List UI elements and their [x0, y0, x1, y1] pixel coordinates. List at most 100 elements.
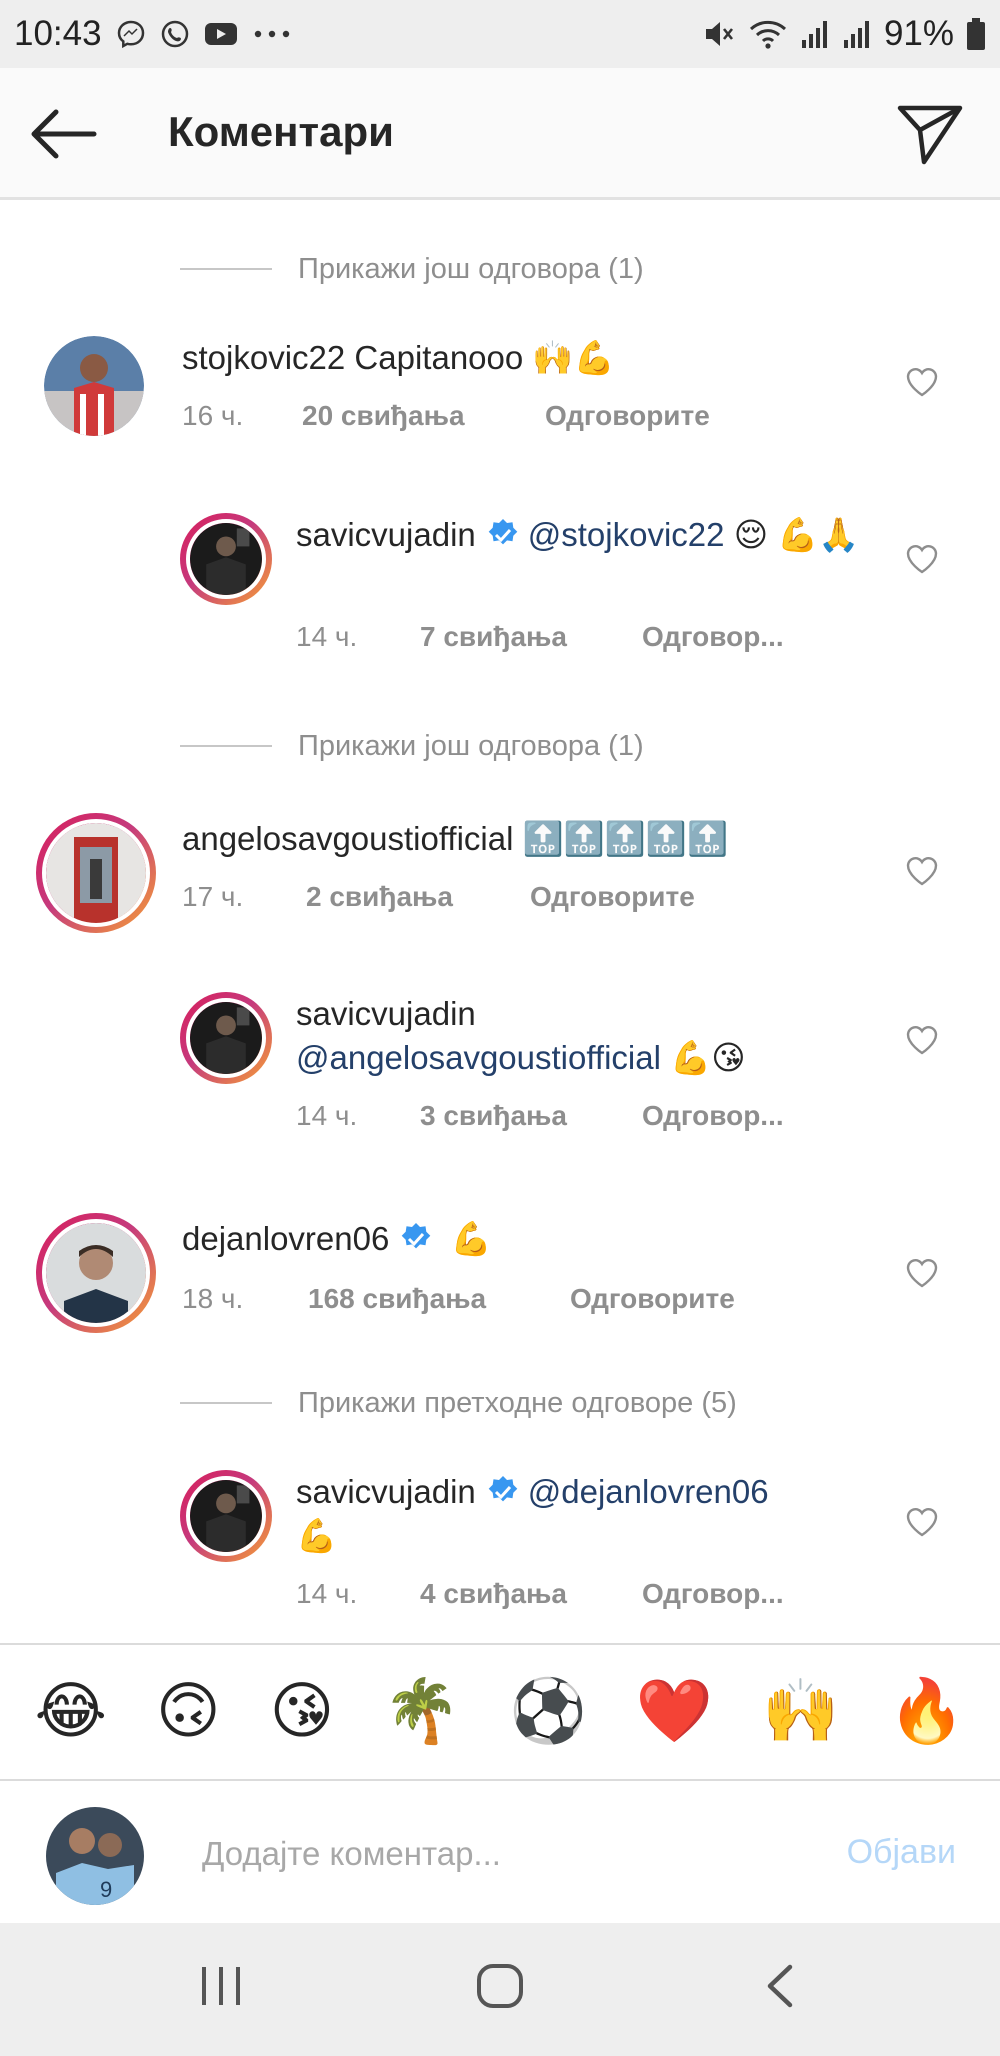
divider-line — [180, 268, 272, 270]
comment-text: savicvujadin @stojkovic22 😌 💪🙏 — [296, 513, 870, 557]
avatar[interactable] — [36, 1213, 156, 1333]
emoji-button[interactable]: ❤️ — [636, 1681, 713, 1743]
comment-time: 14 ч. — [296, 1578, 358, 1609]
heart-icon[interactable] — [904, 1022, 940, 1058]
comment-text: angelosavgoustiofficial 🔝🔝🔝🔝🔝 — [182, 817, 860, 861]
comment-meta: 14 ч. 4 свиђања Одговор... — [296, 1578, 784, 1610]
comment-time: 14 ч. — [296, 621, 358, 652]
comment-time: 14 ч. — [296, 1100, 358, 1131]
verified-badge-icon — [486, 1475, 520, 1509]
comment-time: 18 ч. — [182, 1283, 244, 1314]
avatar[interactable] — [180, 992, 272, 1084]
view-more-replies-button[interactable]: Прикажи још одговора (1) — [180, 249, 644, 289]
avatar[interactable] — [44, 336, 144, 436]
comment-meta: 18 ч. 168 свиђања Одговорите — [182, 1283, 735, 1315]
comment-text: savicvujadin @dejanlovren06 💪 — [296, 1470, 870, 1558]
comment-mention[interactable]: @dejanlovren06 — [528, 1473, 769, 1510]
emoji-button[interactable]: 😂 — [35, 1681, 107, 1743]
comment-username[interactable]: savicvujadin — [296, 1473, 476, 1510]
heart-icon[interactable] — [904, 541, 940, 577]
avatar-inner — [186, 1476, 266, 1556]
comment-text: dejanlovren06 💪 — [182, 1217, 860, 1261]
more-icon — [252, 29, 292, 39]
status-left: 10:43 — [14, 14, 292, 54]
comment-time: 16 ч. — [182, 400, 244, 431]
post-button[interactable]: Објави — [847, 1833, 956, 1872]
divider-line — [180, 1402, 272, 1404]
divider-line — [180, 745, 272, 747]
avatar[interactable] — [36, 813, 156, 933]
emoji-button[interactable]: 🙃 — [156, 1681, 221, 1743]
reply-button[interactable]: Одговор... — [642, 1578, 784, 1610]
view-previous-replies-button[interactable]: Прикажи претходне одговоре (5) — [180, 1383, 737, 1423]
view-more-replies-label: Прикажи још одговора (1) — [298, 729, 644, 762]
avatar-inner — [42, 819, 150, 927]
comment-username[interactable]: stojkovic22 — [182, 339, 345, 376]
heart-icon[interactable] — [904, 364, 940, 400]
avatar-inner — [42, 1219, 150, 1327]
page-title: Коментари — [168, 108, 394, 155]
verified-badge-icon — [399, 1222, 433, 1256]
battery-percent: 91% — [883, 14, 954, 53]
reply-button[interactable]: Одговор... — [642, 1100, 784, 1132]
system-nav-bar — [0, 1923, 1000, 2056]
back-arrow-icon[interactable] — [28, 106, 98, 162]
reply-button[interactable]: Одговор... — [642, 621, 784, 653]
reply-button[interactable]: Одговорите — [570, 1283, 735, 1315]
comment-message: Capitanooo 🙌💪 — [354, 339, 615, 376]
reply-button[interactable]: Одговорите — [545, 400, 710, 432]
viber-icon — [160, 19, 190, 49]
heart-icon[interactable] — [904, 1255, 940, 1291]
comment-meta: 16 ч. 20 свиђања Одговорите — [182, 400, 710, 432]
emoji-button[interactable]: 🙌 — [762, 1681, 839, 1743]
comment-meta: 14 ч. 7 свиђања Одговор... — [296, 621, 784, 653]
comment-likes[interactable]: 20 свиђања — [302, 400, 545, 432]
heart-icon[interactable] — [904, 853, 940, 889]
comments-list: Прикажи још одговора (1) stojkovic22 Cap… — [0, 200, 1000, 1643]
reply-button[interactable]: Одговорите — [530, 881, 695, 913]
comment-composer: 9 Објави — [0, 1781, 1000, 1923]
verified-badge-icon — [486, 518, 520, 552]
wifi-icon — [748, 17, 788, 51]
emoji-button[interactable]: 😘 — [270, 1681, 335, 1743]
comment-message: 💪😘 — [670, 1039, 746, 1076]
comment-text: savicvujadin @angelosavgoustiofficial 💪😘 — [296, 992, 870, 1080]
emoji-button[interactable]: 🌴 — [383, 1681, 460, 1743]
comment-mention[interactable]: @stojkovic22 — [528, 516, 725, 553]
recent-apps-icon[interactable] — [198, 1961, 244, 2016]
signal-icon — [842, 18, 872, 50]
view-more-replies-button[interactable]: Прикажи још одговора (1) — [180, 726, 644, 766]
signal-icon — [800, 18, 830, 50]
comment-meta: 17 ч. 2 свиђања Одговорите — [182, 881, 695, 913]
emoji-button[interactable]: 🔥 — [888, 1681, 965, 1743]
status-bar: 10:43 91% — [0, 0, 1000, 68]
comment-likes[interactable]: 168 свиђања — [308, 1283, 570, 1315]
avatar[interactable] — [180, 513, 272, 605]
emoji-button[interactable]: ⚽ — [510, 1681, 587, 1743]
comment-likes[interactable]: 4 свиђања — [420, 1578, 642, 1610]
comment-message: 💪 — [296, 1517, 338, 1554]
avatar[interactable] — [180, 1470, 272, 1562]
comment-username[interactable]: savicvujadin — [296, 516, 476, 553]
status-right: 91% — [702, 14, 986, 54]
nav-back-icon[interactable] — [760, 1961, 800, 2016]
messenger-icon — [116, 19, 146, 49]
heart-icon[interactable] — [904, 1504, 940, 1540]
comment-username[interactable]: savicvujadin — [296, 995, 476, 1032]
mute-icon — [702, 17, 736, 51]
view-previous-replies-label: Прикажи претходне одговоре (5) — [298, 1386, 737, 1419]
comment-meta: 14 ч. 3 свиђања Одговор... — [296, 1100, 784, 1132]
comment-input[interactable] — [200, 1825, 804, 1883]
comment-username[interactable]: angelosavgoustiofficial — [182, 820, 513, 857]
comment-username[interactable]: dejanlovren06 — [182, 1220, 389, 1257]
send-icon[interactable] — [896, 100, 964, 168]
comment-likes[interactable]: 2 свиђања — [306, 881, 530, 913]
comment-likes[interactable]: 3 свиђања — [420, 1100, 642, 1132]
home-icon[interactable] — [474, 1961, 526, 2016]
status-time: 10:43 — [14, 14, 102, 53]
comment-message: 🔝🔝🔝🔝🔝 — [522, 820, 729, 857]
comment-likes[interactable]: 7 свиђања — [420, 621, 642, 653]
comment-mention[interactable]: @angelosavgoustiofficial — [296, 1039, 661, 1076]
youtube-icon — [204, 21, 238, 47]
svg-text:9: 9 — [100, 1877, 112, 1902]
